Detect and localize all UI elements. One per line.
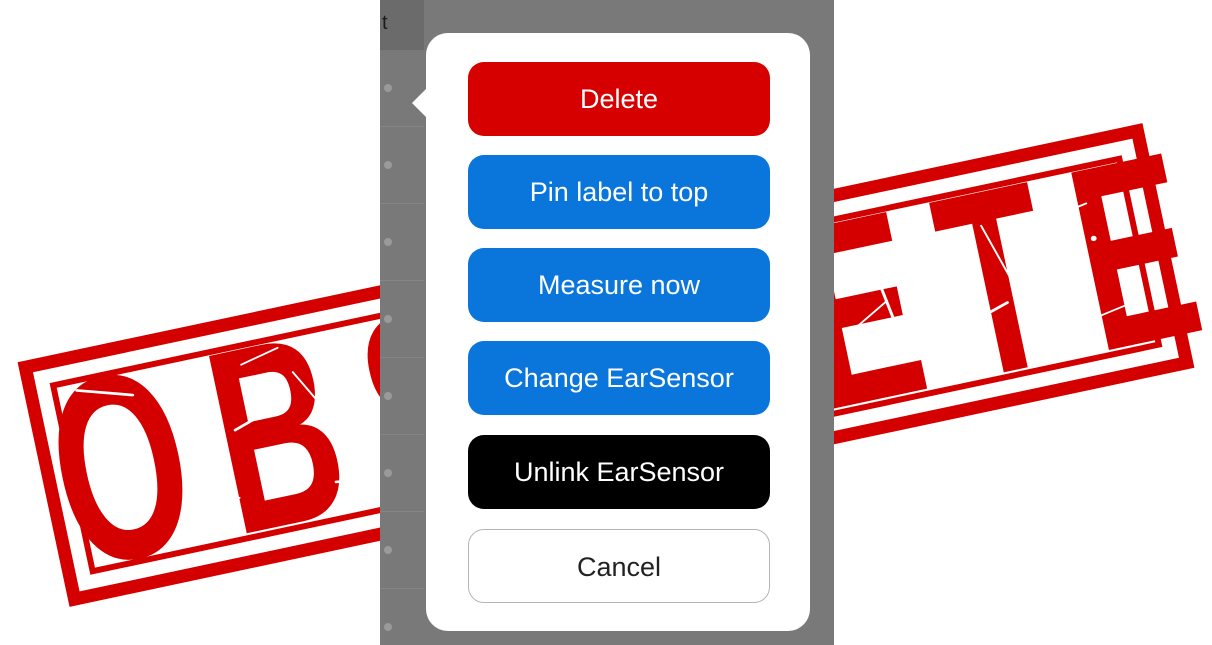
cancel-button[interactable]: Cancel	[468, 529, 770, 603]
pin-label-to-top-button[interactable]: Pin label to top	[468, 155, 770, 229]
list-item[interactable]	[380, 281, 424, 358]
row-dot-icon	[384, 161, 392, 169]
phone-screen: t Delete Pin label to top Measure now Ch…	[380, 0, 834, 645]
change-earsensor-button[interactable]: Change EarSensor	[468, 341, 770, 415]
row-dot-icon	[384, 623, 392, 631]
row-dot-icon	[384, 469, 392, 477]
row-dot-icon	[384, 315, 392, 323]
list-item[interactable]	[380, 435, 424, 512]
row-dot-icon	[384, 546, 392, 554]
list-item[interactable]	[380, 204, 424, 281]
row-dot-icon	[384, 392, 392, 400]
list-item[interactable]	[380, 589, 424, 645]
action-popover: Delete Pin label to top Measure now Chan…	[412, 33, 810, 631]
list-header: t	[380, 0, 424, 50]
row-dot-icon	[384, 84, 392, 92]
list-item[interactable]	[380, 512, 424, 589]
screenshot-stage: OBSOLETE	[0, 0, 1212, 645]
row-dot-icon	[384, 238, 392, 246]
list-item[interactable]	[380, 127, 424, 204]
delete-button[interactable]: Delete	[468, 62, 770, 136]
popover-arrow	[412, 87, 428, 119]
list-item[interactable]	[380, 358, 424, 435]
unlink-earsensor-button[interactable]: Unlink EarSensor	[468, 435, 770, 509]
measure-now-button[interactable]: Measure now	[468, 248, 770, 322]
list-header-text: t	[382, 12, 388, 34]
